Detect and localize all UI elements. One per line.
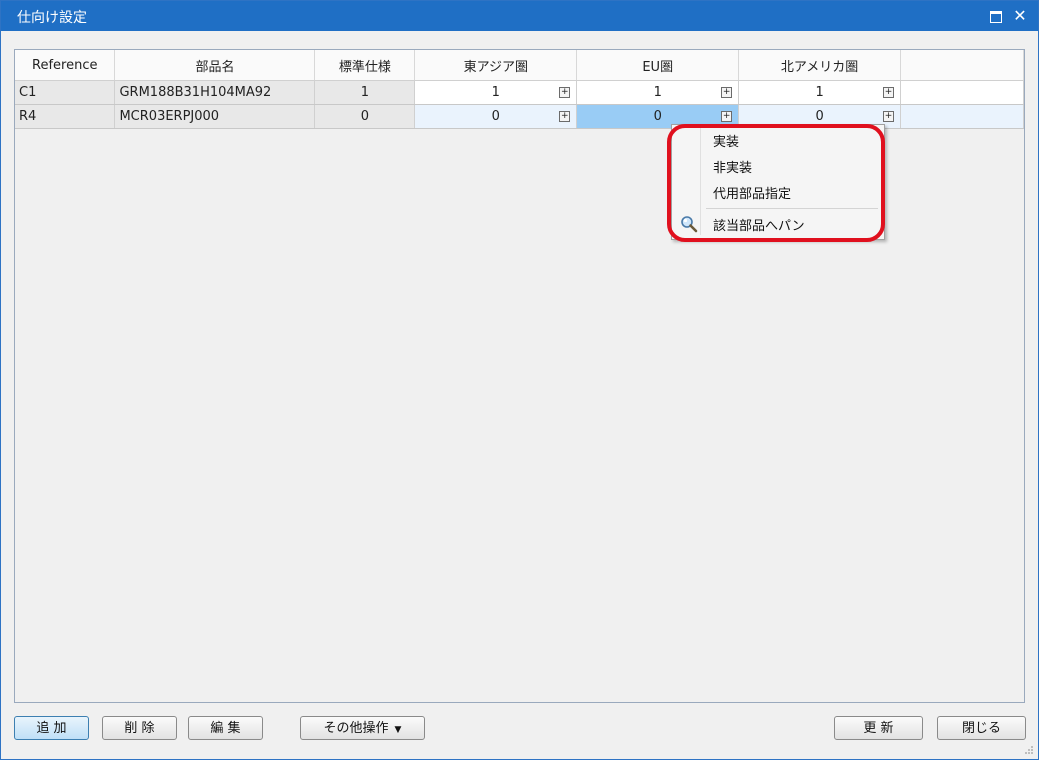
plus-icon[interactable]: +	[721, 111, 733, 122]
menu-item-unmount[interactable]: 非実装	[713, 157, 752, 176]
other-operations-button[interactable]: その他操作 ▼	[300, 716, 425, 740]
menu-separator	[706, 208, 878, 209]
cell-east-asia[interactable]: 0 +	[414, 104, 578, 129]
cell-part-name[interactable]: MCR03ERPJ000	[114, 104, 316, 129]
plus-icon[interactable]: +	[721, 87, 733, 98]
menu-item-substitute-part[interactable]: 代用部品指定	[713, 183, 791, 202]
column-header-filler	[900, 50, 1024, 81]
menu-item-pan-to-part[interactable]: 該当部品へパン	[713, 215, 805, 234]
column-header-eu[interactable]: EU圏	[576, 50, 740, 81]
cell-value: 0	[653, 109, 662, 124]
resize-grip-icon[interactable]	[1024, 745, 1034, 755]
delete-button[interactable]: 削 除	[102, 716, 177, 740]
close-button[interactable]: 閉じる	[937, 716, 1026, 740]
maximize-button[interactable]	[986, 6, 1006, 26]
close-icon: ✕	[1013, 6, 1027, 25]
cell-value: 0	[815, 109, 824, 124]
cell-value: 1	[815, 85, 824, 100]
plus-icon[interactable]: +	[883, 111, 895, 122]
column-header-north-america[interactable]: 北アメリカ圏	[738, 50, 902, 81]
column-header-reference[interactable]: Reference	[15, 50, 116, 81]
column-header-standard[interactable]: 標準仕様	[314, 50, 416, 81]
menu-item-mount[interactable]: 実装	[713, 131, 739, 150]
caret-down-icon: ▼	[394, 725, 402, 735]
plus-icon[interactable]: +	[883, 87, 895, 98]
update-button[interactable]: 更 新	[834, 716, 923, 740]
cell-filler	[900, 104, 1024, 129]
add-button[interactable]: 追 加	[14, 716, 89, 740]
window-title: 仕向け設定	[17, 10, 87, 26]
cell-filler	[900, 80, 1024, 105]
settings-window: 仕向け設定 ✕ Reference 部品名 標準仕様 東アジア圏 EU圏 北アメ…	[0, 0, 1039, 760]
column-header-east-asia[interactable]: 東アジア圏	[414, 50, 578, 81]
cell-standard[interactable]: 0	[314, 104, 416, 129]
table-row[interactable]: C1 GRM188B31H104MA92 1 1 + 1 + 1 +	[15, 80, 1024, 105]
cell-standard[interactable]: 1	[314, 80, 416, 105]
destination-table: Reference 部品名 標準仕様 東アジア圏 EU圏 北アメリカ圏 C1 G…	[15, 50, 1024, 129]
context-menu: 実装 非実装 代用部品指定 該当部品へパン	[671, 124, 885, 240]
column-header-part-name[interactable]: 部品名	[114, 50, 316, 81]
cell-value: 1	[491, 85, 500, 100]
cell-north-america[interactable]: 1 +	[738, 80, 902, 105]
cell-reference[interactable]: R4	[15, 104, 116, 129]
maximize-icon	[990, 11, 1002, 23]
edit-button[interactable]: 編 集	[188, 716, 263, 740]
cell-eu[interactable]: 1 +	[576, 80, 740, 105]
other-operations-label: その他操作	[323, 721, 389, 736]
table-header-row: Reference 部品名 標準仕様 東アジア圏 EU圏 北アメリカ圏	[15, 50, 1024, 81]
title-bar[interactable]: 仕向け設定 ✕	[1, 1, 1038, 31]
cell-reference[interactable]: C1	[15, 80, 116, 105]
menu-icon-gutter	[700, 127, 701, 235]
cell-part-name[interactable]: GRM188B31H104MA92	[114, 80, 316, 105]
cell-value: 0	[491, 109, 500, 124]
magnifier-icon	[681, 216, 698, 233]
cell-east-asia[interactable]: 1 +	[414, 80, 578, 105]
cell-value: 1	[653, 85, 662, 100]
plus-icon[interactable]: +	[559, 111, 571, 122]
close-window-button[interactable]: ✕	[1010, 6, 1030, 26]
plus-icon[interactable]: +	[559, 87, 571, 98]
